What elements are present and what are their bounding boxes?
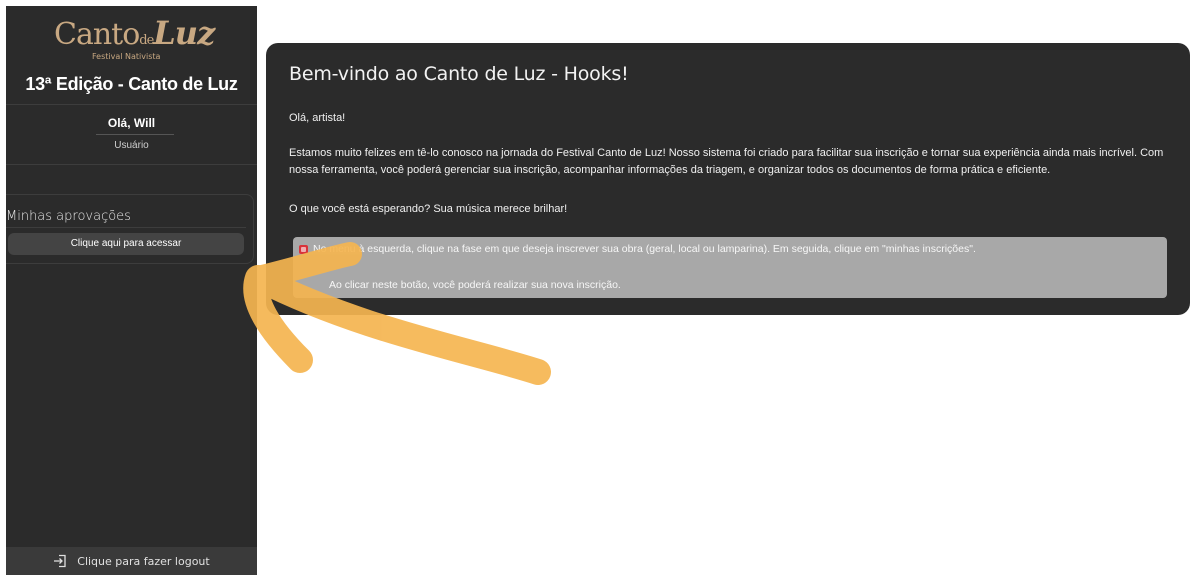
alert-instruction-1: No menu à esquerda, clique na fase em qu… bbox=[313, 243, 976, 255]
logo-luz: Luz bbox=[153, 14, 215, 52]
welcome-card: Bem-vindo ao Canto de Luz - Hooks! Olá, … bbox=[266, 43, 1190, 315]
logo-canto: Canto bbox=[54, 17, 140, 52]
alert-instruction-2: Ao clicar neste botão, você poderá reali… bbox=[329, 279, 621, 291]
approvals-access-button[interactable]: Clique aqui para acessar bbox=[8, 233, 244, 255]
divider bbox=[6, 104, 257, 105]
welcome-greeting: Olá, artista! bbox=[289, 112, 346, 124]
welcome-title: Bem-vindo ao Canto de Luz - Hooks! bbox=[289, 63, 629, 85]
approvals-section: Minhas aprovações Clique aqui para acess… bbox=[6, 194, 254, 264]
user-role: Usuário bbox=[114, 140, 149, 151]
alert-icon bbox=[299, 244, 308, 254]
festival-logo: CantodeLuz Festival Nativista bbox=[50, 12, 220, 66]
sidebar: CantodeLuz Festival Nativista 13ª Edição… bbox=[6, 6, 257, 575]
divider bbox=[6, 164, 257, 165]
user-greeting: Olá, Will bbox=[107, 116, 156, 130]
welcome-description: Estamos muito felizes em tê-lo conosco n… bbox=[289, 147, 1164, 176]
logout-label: Clique para fazer logout bbox=[77, 554, 210, 568]
instructions-alert: No menu à esquerda, clique na fase em qu… bbox=[293, 237, 1167, 298]
approvals-divider bbox=[6, 227, 246, 228]
logo-subtitle: Festival Nativista bbox=[92, 52, 161, 61]
welcome-call-to-action: O que você está esperando? Sua música me… bbox=[289, 203, 568, 215]
logout-icon bbox=[53, 554, 67, 568]
logo-de: de bbox=[139, 33, 154, 48]
edition-title: 13ª Edição - Canto de Luz bbox=[25, 74, 238, 94]
logout-button[interactable]: Clique para fazer logout bbox=[6, 547, 257, 575]
greeting-underline bbox=[96, 134, 174, 135]
approvals-title: Minhas aprovações bbox=[6, 209, 131, 224]
